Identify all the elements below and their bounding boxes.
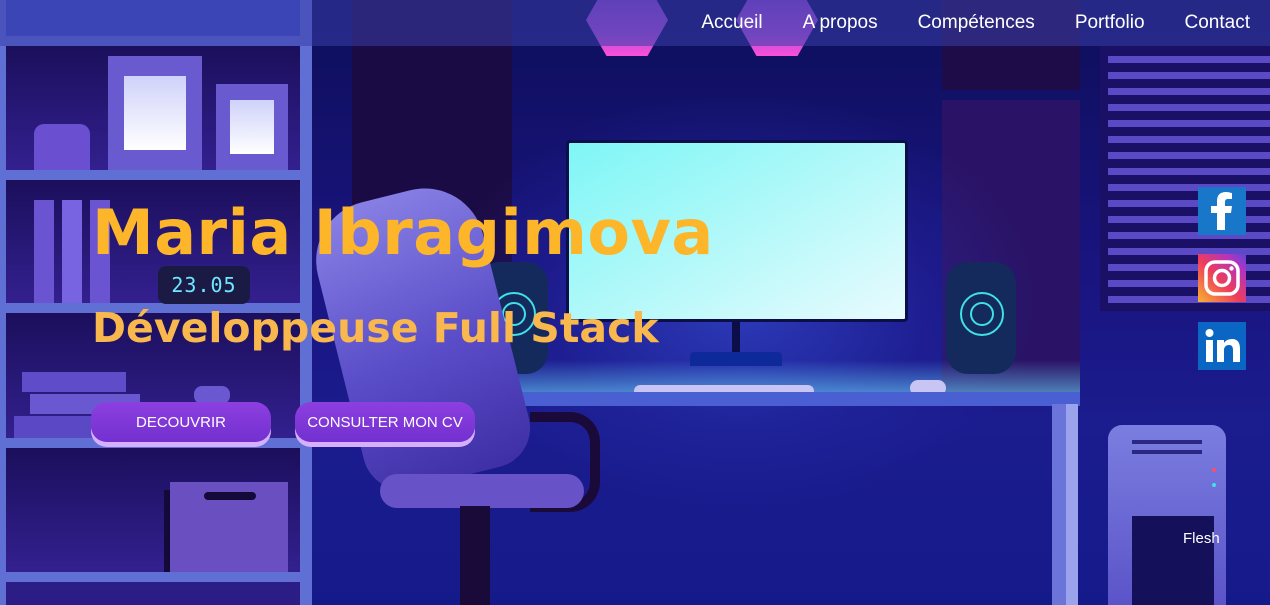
- desk: [470, 392, 1080, 406]
- facebook-icon[interactable]: [1198, 187, 1246, 235]
- clock-time: 23.05: [171, 273, 237, 297]
- background-illustration: 23.05: [0, 0, 1270, 605]
- nav-link-a-propos[interactable]: A propos: [803, 12, 878, 34]
- discover-button[interactable]: DECOUVRIR: [91, 402, 271, 442]
- top-navbar: Accueil A propos Compétences Portfolio C…: [0, 0, 1270, 46]
- nav-link-contact[interactable]: Contact: [1185, 12, 1250, 34]
- hero-name: Maria Ibragimova: [92, 196, 714, 269]
- nav-link-accueil[interactable]: Accueil: [701, 12, 762, 34]
- digital-clock: 23.05: [158, 266, 250, 304]
- nav-link-portfolio[interactable]: Portfolio: [1075, 12, 1145, 34]
- linkedin-icon[interactable]: [1198, 322, 1246, 370]
- view-cv-button[interactable]: CONSULTER MON CV: [295, 402, 475, 442]
- instagram-icon[interactable]: [1198, 254, 1246, 302]
- main-nav: Accueil A propos Compétences Portfolio C…: [701, 0, 1250, 46]
- hero-role: Développeuse Full Stack: [92, 304, 659, 352]
- flesh-label[interactable]: Flesh: [1183, 530, 1220, 547]
- nav-link-competences[interactable]: Compétences: [918, 12, 1035, 34]
- speaker: [946, 262, 1016, 374]
- bookshelf: [0, 0, 312, 605]
